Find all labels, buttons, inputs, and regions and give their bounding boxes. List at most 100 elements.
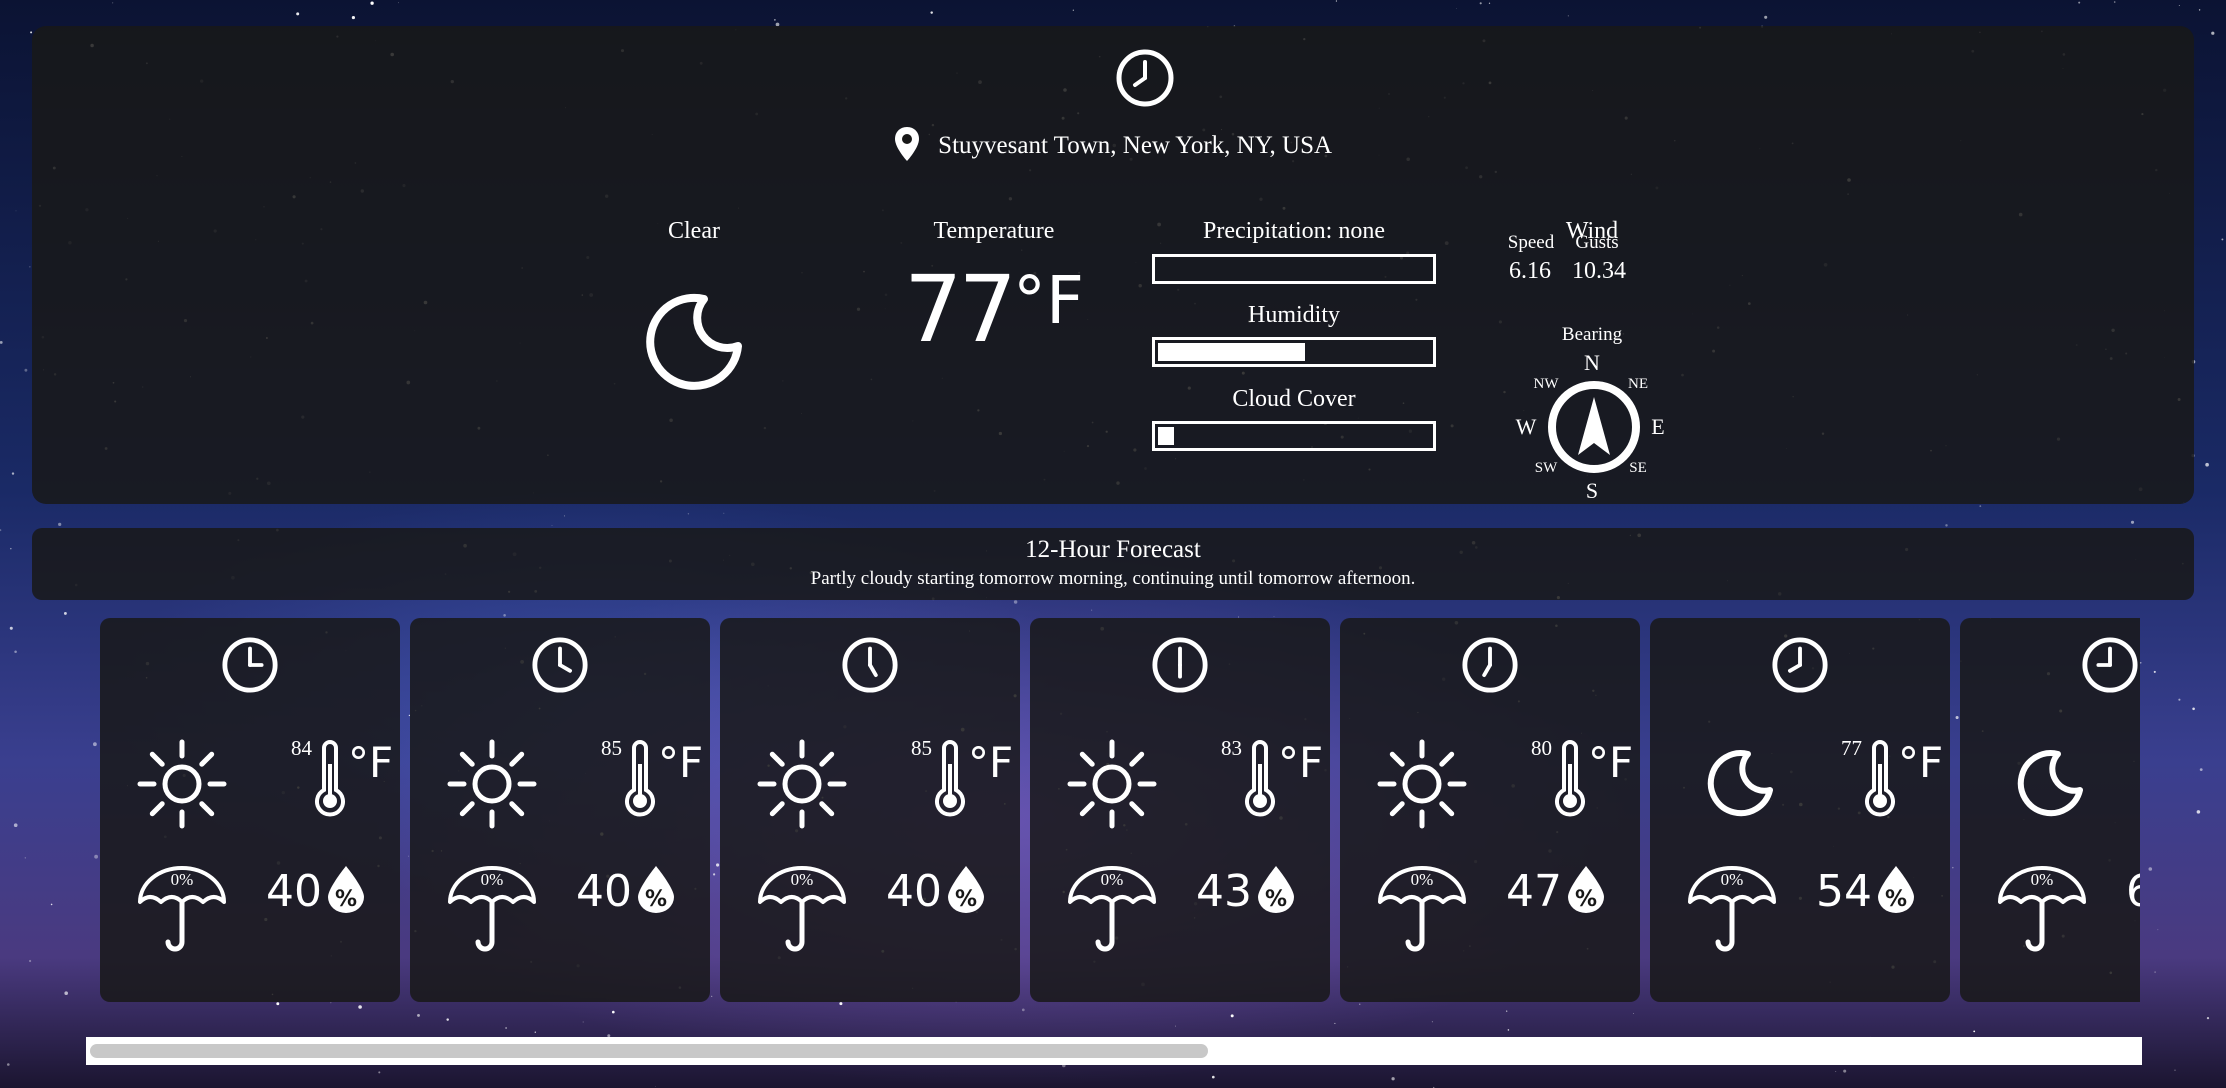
compass-n: N — [1584, 350, 1600, 375]
current-conditions-panel: Stuyvesant Town, New York, NY, USA Clear… — [32, 26, 2194, 504]
hourly-temperature-value: 77 — [1841, 736, 1862, 760]
precipitation-probability: 0% — [480, 870, 504, 889]
clock-icon — [2081, 636, 2139, 699]
scrollbar-thumb[interactable] — [90, 1044, 1208, 1058]
cloud-cover-bar-fill — [1158, 427, 1175, 445]
compass-ne: NE — [1628, 376, 1648, 392]
wind-gusts-value: 10.34 — [1572, 258, 1626, 284]
compass-e: E — [1651, 414, 1664, 439]
hourly-humidity-value: 40 — [266, 866, 322, 917]
svg-text:%: % — [955, 887, 977, 912]
hourly-temperature-value: 84 — [291, 736, 312, 760]
umbrella-icon: 0% — [1996, 862, 2088, 959]
precipitation-probability: 0% — [170, 870, 194, 889]
hourly-temperature-value: 80 — [1531, 736, 1552, 760]
wind-gusts-label: Gusts — [1575, 232, 1619, 253]
location-text: Stuyvesant Town, New York, NY, USA — [938, 132, 1333, 160]
map-pin-icon — [894, 126, 920, 169]
wind-speed-value: 6.16 — [1509, 258, 1551, 284]
hourly-temperature-value: 85 — [911, 736, 932, 760]
wind-direction-arrow — [1578, 397, 1610, 455]
sun-icon — [1374, 736, 1470, 837]
bearing-label: Bearing — [1561, 324, 1623, 345]
clock-icon — [841, 636, 899, 699]
crescent-moon-icon — [642, 291, 744, 398]
cloud-cover-bar — [1152, 421, 1436, 451]
hourly-temperature: 85 °F — [890, 736, 1014, 836]
thermometer-icon — [1554, 740, 1586, 823]
clock-icon — [1771, 636, 1829, 699]
precipitation-probability: 0% — [1410, 870, 1434, 889]
umbrella-icon: 0% — [1686, 862, 1778, 959]
umbrella-icon: 0% — [1376, 862, 1468, 959]
crescent-moon-icon — [1686, 736, 1782, 837]
hourly-temperature: 80 °F — [1510, 736, 1633, 836]
hourly-temperature: 7 °F — [2130, 736, 2140, 836]
thermometer-icon — [314, 740, 346, 823]
precipitation-probability: 0% — [1100, 870, 1124, 889]
hourly-temperature: 84 °F — [270, 736, 394, 836]
humidity-drop-icon: % — [326, 864, 366, 919]
hourly-humidity-value: 40 — [886, 866, 942, 917]
svg-text:%: % — [1265, 887, 1287, 912]
clock-icon — [221, 636, 279, 699]
hourly-forecast-card: 84 °F 0% 40 % — [100, 618, 400, 1002]
svg-text:%: % — [1575, 887, 1597, 912]
hourly-temperature-unit: °F — [1898, 738, 1944, 787]
hourly-forecast-card: 83 °F 0% 43 % — [1030, 618, 1330, 1002]
precipitation-probability: 0% — [1720, 870, 1744, 889]
precipitation-bar — [1152, 254, 1436, 284]
temperature-number: 77 — [903, 256, 1017, 363]
crescent-moon-icon — [1996, 736, 2092, 837]
cloud-cover-label: Cloud Cover — [1232, 386, 1356, 412]
humidity-drop-icon: % — [636, 864, 676, 919]
sun-icon — [134, 736, 230, 837]
svg-text:%: % — [1885, 887, 1907, 912]
hourly-temperature-unit: °F — [1278, 738, 1324, 787]
forecast-title: 12-Hour Forecast — [1025, 536, 1201, 563]
compass-s: S — [1586, 478, 1598, 503]
clock-icon — [1115, 48, 1175, 113]
hourly-temperature-unit: °F — [968, 738, 1014, 787]
temperature-label: Temperature — [933, 218, 1055, 244]
hourly-temperature-unit: °F — [348, 738, 394, 787]
umbrella-icon: 0% — [136, 862, 228, 959]
clock-icon — [1461, 636, 1519, 699]
thermometer-icon — [624, 740, 656, 823]
hourly-forecast-card: 77 °F 0% 54 % — [1650, 618, 1950, 1002]
wind-speed-label: Speed — [1507, 232, 1555, 253]
svg-text:%: % — [335, 887, 357, 912]
humidity-drop-icon: % — [1256, 864, 1296, 919]
compass-se: SE — [1629, 460, 1647, 476]
hourly-temperature-value: 83 — [1221, 736, 1242, 760]
humidity-bar-fill — [1158, 343, 1305, 361]
wind-compass: N S W E NW NE SW SE — [1502, 346, 1682, 511]
humidity-drop-icon: % — [946, 864, 986, 919]
humidity-label: Humidity — [1247, 302, 1340, 328]
hourly-temperature: 83 °F — [1200, 736, 1324, 836]
precipitation-probability: 0% — [2030, 870, 2054, 889]
thermometer-icon — [934, 740, 966, 823]
sun-icon — [1064, 736, 1160, 837]
svg-text:%: % — [645, 887, 667, 912]
hourly-forecast-strip[interactable]: 84 °F 0% 40 % 85 °F 0% 40 % 85 °F 0% 40 … — [100, 618, 2140, 1002]
humidity-drop-icon: % — [1566, 864, 1606, 919]
hourly-temperature-unit: °F — [658, 738, 704, 787]
hourly-forecast-card: 80 °F 0% 47 % — [1340, 618, 1640, 1002]
location: Stuyvesant Town, New York, NY, USA — [0, 126, 2226, 169]
temperature-value: 77°F — [894, 264, 1094, 356]
precipitation-probability: 0% — [790, 870, 814, 889]
humidity-drop-icon: % — [1876, 864, 1916, 919]
humidity-bar — [1152, 337, 1436, 367]
horizontal-scrollbar[interactable] — [86, 1037, 2142, 1065]
hourly-temperature: 77 °F — [1820, 736, 1944, 836]
umbrella-icon: 0% — [446, 862, 538, 959]
forecast-summary-panel: 12-Hour Forecast Partly cloudy starting … — [32, 528, 2194, 600]
hourly-forecast-card: 85 °F 0% 40 % — [720, 618, 1020, 1002]
hourly-temperature-value: 85 — [601, 736, 622, 760]
forecast-summary: Partly cloudy starting tomorrow morning,… — [810, 568, 1416, 589]
thermometer-icon — [1864, 740, 1896, 823]
hourly-temperature-value: 7 — [2130, 736, 2140, 761]
thermometer-icon — [1244, 740, 1276, 823]
sun-icon — [444, 736, 540, 837]
